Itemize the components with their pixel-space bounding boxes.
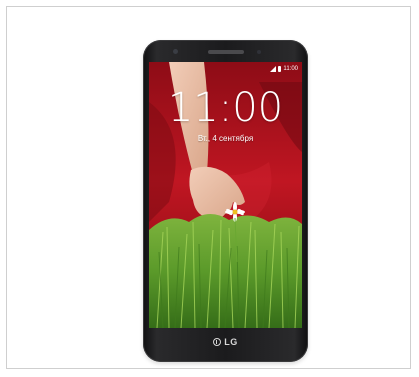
proximity-sensor — [257, 50, 261, 54]
phone-device: 11:00 11:00 Вт., 4 сентября LG — [143, 40, 308, 362]
lg-logo-icon — [213, 338, 222, 346]
status-time: 11:00 — [283, 66, 298, 72]
status-bar: 11:00 — [270, 64, 298, 74]
lockscreen-clock: 11:00 — [167, 85, 284, 131]
lockscreen-date: Вт., 4 сентября — [197, 134, 254, 143]
image-frame: 11:00 11:00 Вт., 4 сентября LG — [6, 6, 411, 369]
battery-icon — [278, 66, 282, 72]
signal-icon — [270, 66, 277, 72]
phone-screen: 11:00 11:00 Вт., 4 сентября — [149, 62, 302, 328]
brand-logo: LG — [143, 337, 308, 347]
earpiece-speaker — [208, 50, 244, 54]
brand-name: LG — [224, 337, 238, 347]
front-camera-icon — [173, 49, 178, 54]
